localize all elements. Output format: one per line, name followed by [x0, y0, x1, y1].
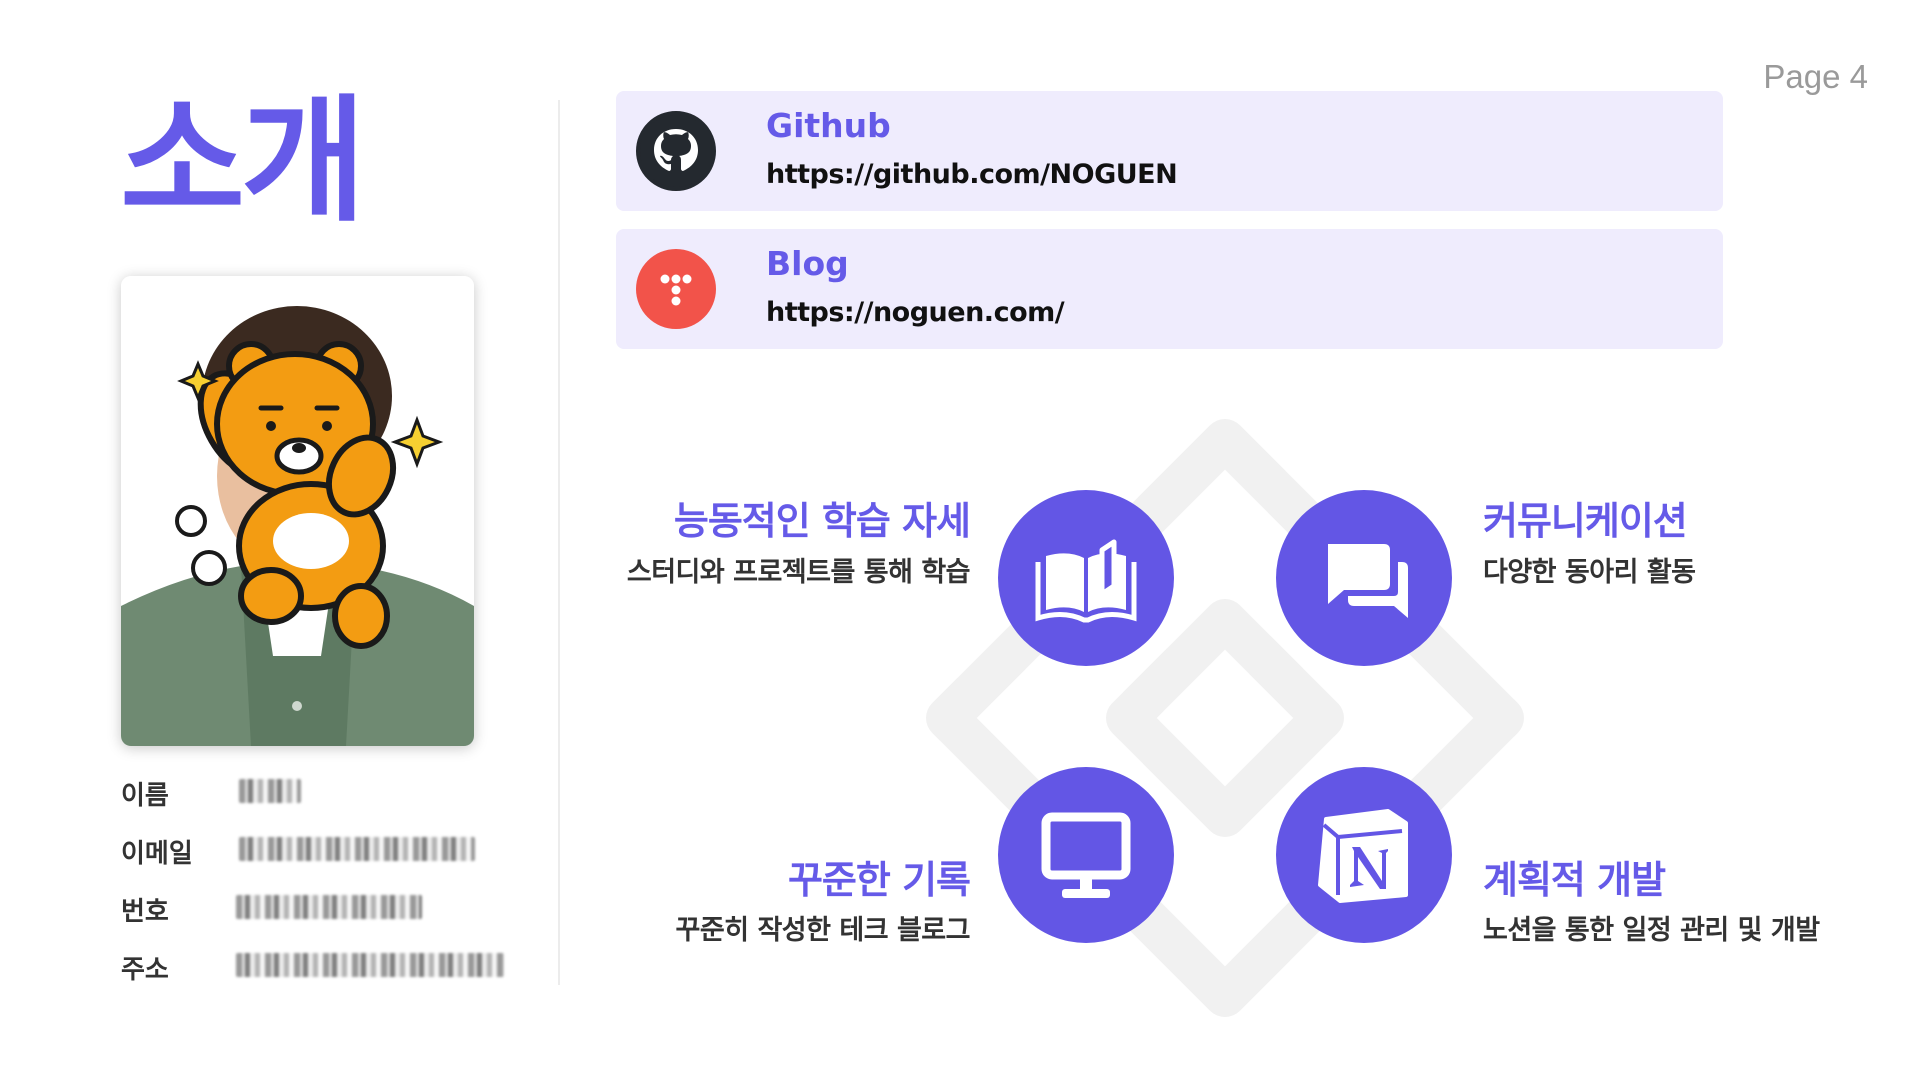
record-circle [998, 767, 1174, 943]
feature-desc-learning: 스터디와 프로젝트를 통해 학습 [626, 557, 971, 588]
profile-info: 이름 이메일 번호 주소 [121, 775, 521, 1007]
redacted-value [239, 837, 475, 861]
link-name: Blog [766, 244, 849, 283]
notion-icon [1318, 809, 1408, 903]
page-title: 소개 [120, 83, 366, 241]
feature-title-communication: 커뮤니케이션 [1483, 499, 1688, 543]
vertical-divider [558, 100, 560, 985]
monitor-icon [1041, 812, 1131, 898]
info-label: 이름 [121, 781, 169, 811]
info-label: 번호 [121, 897, 169, 927]
feature-title-learning: 능동적인 학습 자세 [673, 499, 971, 543]
redacted-value [236, 895, 422, 919]
github-url-link[interactable]: https://github.com/NOGUEN [766, 159, 1178, 190]
communication-circle [1276, 490, 1452, 666]
planning-circle [1276, 767, 1452, 943]
feature-desc-record: 꾸준히 작성한 테크 블로그 [675, 915, 971, 946]
info-row-name: 이름 [121, 775, 521, 833]
feature-desc-communication: 다양한 동아리 활동 [1483, 557, 1696, 588]
page-number: Page 4 [1763, 58, 1868, 95]
redacted-value [236, 953, 504, 977]
blog-url-link[interactable]: https://noguen.com/ [766, 297, 1065, 328]
chat-icon [1328, 544, 1408, 618]
book-icon [1035, 539, 1137, 623]
learning-circle [998, 490, 1174, 666]
info-row-email: 이메일 [121, 833, 521, 891]
feature-title-planning: 계획적 개발 [1483, 858, 1666, 902]
blog-link-card[interactable]: Blog https://noguen.com/ [616, 229, 1723, 349]
github-icon [636, 111, 716, 191]
feature-desc-planning: 노션을 통한 일정 관리 및 개발 [1483, 915, 1820, 946]
info-row-phone: 번호 [121, 891, 521, 949]
redacted-value [239, 779, 301, 803]
info-label: 이메일 [121, 839, 193, 869]
link-name: Github [766, 106, 891, 145]
info-label: 주소 [121, 955, 169, 985]
profile-photo [121, 276, 474, 746]
tistory-icon [636, 249, 716, 329]
github-link-card[interactable]: Github https://github.com/NOGUEN [616, 91, 1723, 211]
feature-title-record: 꾸준한 기록 [787, 858, 971, 902]
info-row-address: 주소 [121, 949, 521, 1007]
